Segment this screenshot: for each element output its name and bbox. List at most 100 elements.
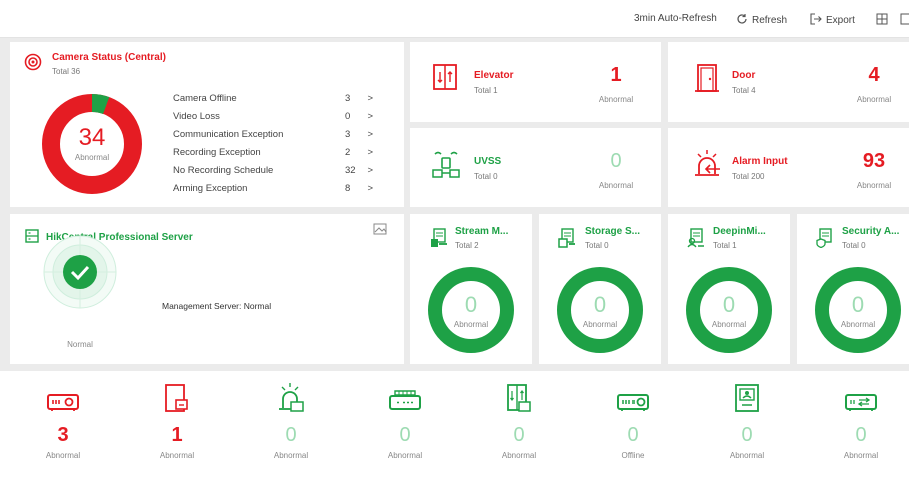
- security-control-panel-status[interactable]: 0 Abnormal: [350, 384, 460, 460]
- refresh-label: Refresh: [752, 15, 788, 26]
- list-item[interactable]: Arming Exception 8 >: [173, 183, 373, 201]
- list-item[interactable]: No Recording Schedule 32 >: [173, 165, 373, 183]
- chevron-right-icon: >: [367, 165, 373, 176]
- server-abnormal-count: 0: [593, 292, 607, 317]
- layout-button[interactable]: [876, 13, 888, 28]
- alarm-input-title: Alarm Input: [732, 156, 788, 167]
- uvss-abnormal-label: Abnormal: [598, 181, 634, 190]
- uvss-abnormal-count: 0: [610, 150, 622, 172]
- server-abnormal-count: 0: [722, 292, 736, 317]
- server-abnormal-label: Abnormal: [711, 320, 747, 329]
- export-label: Export: [826, 15, 855, 26]
- exception-label: Video Loss: [173, 111, 220, 122]
- list-item[interactable]: Camera Offline 3 >: [173, 93, 373, 111]
- alarm-input-abnormal-label: Abnormal: [856, 181, 892, 190]
- video-intercom-status[interactable]: 0 Abnormal: [692, 384, 802, 460]
- server-abnormal-label: Abnormal: [582, 320, 618, 329]
- server-abnormal-label: Abnormal: [453, 320, 489, 329]
- door-abnormal-label: Abnormal: [856, 95, 892, 104]
- device-status-label: Offline: [621, 451, 645, 460]
- security-audit-server-card[interactable]: Security A... Total 0 0 Abnormal: [797, 214, 909, 364]
- device-status-label: Abnormal: [273, 451, 309, 460]
- deepinmind-server-icon: [687, 228, 705, 251]
- server-total: Total 2: [455, 241, 479, 250]
- deepinmind-server-card[interactable]: DeepinMi... Total 1 0 Abnormal: [668, 214, 790, 364]
- decoding-device-status[interactable]: 0 Offline: [578, 384, 688, 460]
- stream-media-server-card[interactable]: Stream M... Total 2 0 Abnormal: [410, 214, 532, 364]
- list-item[interactable]: Recording Exception 2 >: [173, 147, 373, 165]
- server-name: Security A...: [842, 226, 900, 237]
- exception-count: 8: [345, 183, 351, 194]
- hikcentral-server-card[interactable]: HikCentral Professional Server Normal Ma…: [10, 214, 404, 364]
- alarm-input-icon: [692, 148, 722, 181]
- camera-abnormal-label: Abnormal: [74, 153, 110, 162]
- storage-server-card[interactable]: Storage S... Total 0 0 Abnormal: [539, 214, 661, 364]
- door-title: Door: [732, 70, 756, 81]
- server-abnormal-label: Abnormal: [840, 320, 876, 329]
- server-icon: [25, 229, 39, 246]
- uvss-card[interactable]: UVSS Total 0 0 Abnormal: [410, 128, 661, 207]
- server-total: Total 0: [842, 241, 866, 250]
- device-abnormal-count: 3: [57, 424, 69, 446]
- elevator-controller-status[interactable]: 0 Abnormal: [464, 384, 574, 460]
- server-abnormal-count: 0: [464, 292, 478, 317]
- camera-total: Total 36: [52, 67, 81, 76]
- door-card[interactable]: Door Total 4 4 Abnormal: [668, 42, 909, 122]
- device-status-label: Abnormal: [501, 451, 537, 460]
- camera-status-title: Camera Status (Central): [52, 52, 166, 63]
- device-status-label: Abnormal: [729, 451, 765, 460]
- encoder-icon: [8, 384, 118, 412]
- server-name: Storage S...: [585, 226, 641, 237]
- door-total: Total 4: [732, 86, 756, 95]
- fullscreen-button[interactable]: [900, 13, 909, 28]
- security-control-panel-icon: [350, 384, 460, 412]
- chevron-right-icon: >: [367, 129, 373, 140]
- exception-label: Camera Offline: [173, 93, 237, 104]
- device-abnormal-count: 0: [285, 424, 297, 446]
- top-toolbar: 3min Auto-Refresh Refresh Export: [0, 0, 909, 38]
- exception-count: 3: [345, 129, 351, 140]
- decoder-icon: [578, 384, 688, 412]
- alarm-input-card[interactable]: Alarm Input Total 200 93 Abnormal: [668, 128, 909, 207]
- device-status-label: Abnormal: [843, 451, 879, 460]
- network-switch-status[interactable]: 0 Abnormal: [806, 384, 909, 460]
- server-name: Stream M...: [455, 226, 509, 237]
- elevator-title: Elevator: [474, 70, 514, 81]
- door-abnormal-count: 4: [868, 64, 880, 86]
- server-total: Total 1: [713, 241, 737, 250]
- exception-count: 3: [345, 93, 351, 104]
- network-switch-icon: [806, 384, 909, 412]
- auto-refresh-label: 3min Auto-Refresh: [634, 13, 717, 24]
- alarm-device-icon: [236, 383, 346, 412]
- device-abnormal-count: 0: [513, 424, 525, 446]
- video-intercom-icon: [692, 384, 802, 412]
- list-item[interactable]: Communication Exception 3 >: [173, 129, 373, 147]
- server-abnormal-count: 0: [851, 292, 865, 317]
- device-status-label: Abnormal: [159, 451, 195, 460]
- camera-status-card[interactable]: Camera Status (Central) Total 36 34 Abno…: [10, 42, 404, 207]
- uvss-total: Total 0: [474, 172, 498, 181]
- encoding-device-status[interactable]: 3 Abnormal: [8, 384, 118, 460]
- elevator-card[interactable]: Elevator Total 1 1 Abnormal: [410, 42, 661, 122]
- alarm-device-status[interactable]: 0 Abnormal: [236, 383, 346, 460]
- stream-media-server-icon: [430, 228, 448, 251]
- grid-layout-icon: [876, 13, 888, 28]
- server-name: DeepinMi...: [713, 226, 766, 237]
- refresh-button[interactable]: Refresh: [736, 13, 787, 28]
- elevator-controller-icon: [464, 384, 574, 412]
- device-abnormal-count: 0: [855, 424, 867, 446]
- refresh-icon: [736, 13, 748, 28]
- elevator-abnormal-count: 1: [610, 64, 622, 86]
- device-abnormal-count: 0: [399, 424, 411, 446]
- elevator-icon: [433, 64, 457, 93]
- topology-image-icon[interactable]: [373, 223, 387, 238]
- auto-refresh-setting[interactable]: 3min Auto-Refresh: [634, 13, 717, 24]
- alarm-input-abnormal-count: 93: [862, 150, 886, 172]
- elevator-total: Total 1: [474, 86, 498, 95]
- uvss-icon: [432, 148, 460, 181]
- list-item[interactable]: Video Loss 0 >: [173, 111, 373, 129]
- device-abnormal-count: 0: [741, 424, 753, 446]
- export-button[interactable]: Export: [810, 13, 855, 28]
- device-abnormal-count: 1: [171, 424, 183, 446]
- access-control-device-status[interactable]: 1 Abnormal: [122, 384, 232, 460]
